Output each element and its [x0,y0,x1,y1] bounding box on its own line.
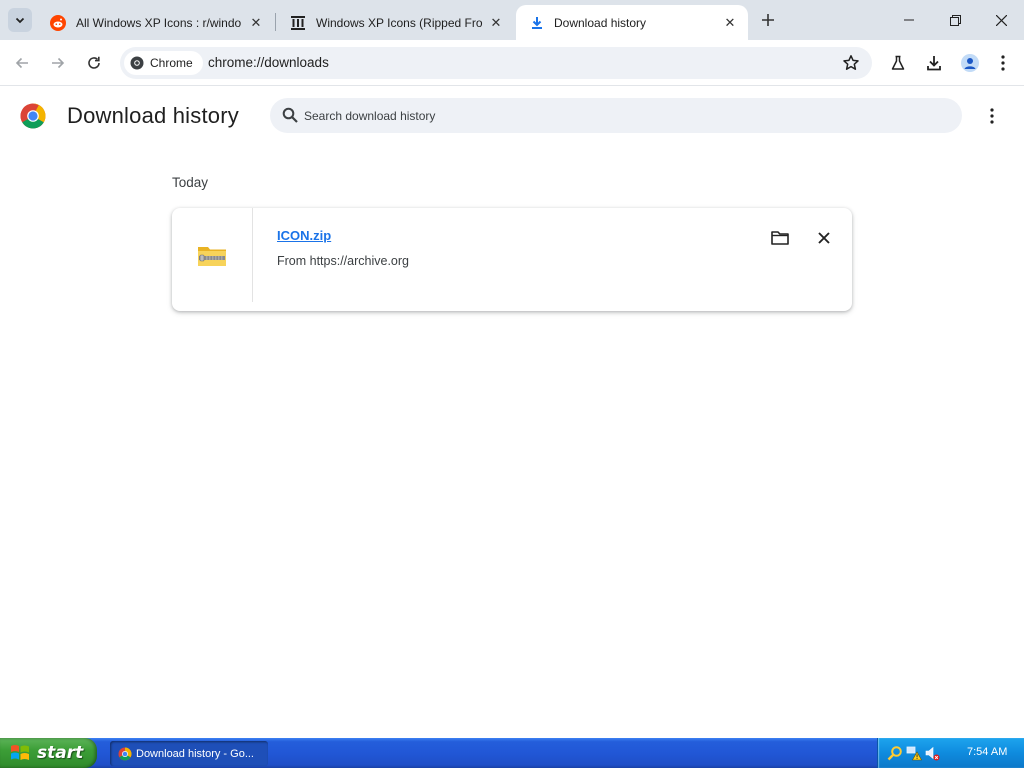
more-vertical-icon [1001,55,1005,71]
windows-flag-icon [11,745,29,760]
system-tray: 7:54 AM [877,738,1024,768]
new-tab-button[interactable] [758,10,778,30]
browser-menu-button[interactable] [989,49,1017,77]
chrome-icon [118,747,132,760]
close-icon [995,14,1007,26]
search-icon [282,107,298,123]
browser-toolbar: Chrome chrome://downloads [0,40,1024,86]
remove-download-button[interactable] [812,226,836,250]
tab-internet-archive[interactable]: Windows XP Icons (Ripped Fro ✕ [276,5,514,40]
zip-folder-icon [198,247,226,266]
file-icon-cell [172,208,253,302]
address-bar[interactable]: Chrome chrome://downloads [120,47,872,79]
avatar-icon [961,54,979,72]
download-icon [532,16,542,29]
search-bar[interactable] [270,98,962,133]
tab-title: Windows XP Icons (Ripped Fro [316,15,483,30]
taskbar: start Download history - Go... 7:54 AM [0,738,1024,768]
volume-muted-icon[interactable] [924,745,940,761]
reload-icon [88,56,100,69]
flask-icon [891,55,905,70]
page-title: Download history [67,103,239,128]
close-tab-icon[interactable]: ✕ [248,15,264,31]
downloads-button[interactable] [920,49,948,77]
labs-button[interactable] [884,49,912,77]
arrow-left-icon [15,57,28,69]
search-input[interactable] [304,98,944,133]
chrome-logo-icon [20,103,46,129]
network-warning-icon[interactable] [906,745,922,761]
close-tab-icon[interactable]: ✕ [722,15,738,31]
restore-button[interactable] [932,0,978,40]
close-window-button[interactable] [978,0,1024,40]
taskbar-item-label: Download history - Go... [136,747,254,760]
tab-title: Download history [554,15,647,30]
arrow-right-icon [52,57,65,69]
start-label: start [37,743,84,763]
restore-icon [949,14,961,26]
bookmark-star-icon[interactable] [842,54,860,72]
show-in-folder-button[interactable] [768,226,792,250]
site-info-chip[interactable]: Chrome [124,51,203,75]
site-chip-label: Chrome [150,56,193,70]
start-button[interactable]: start [0,738,97,768]
reload-button[interactable] [80,49,108,77]
download-icon [927,56,941,71]
internet-archive-icon [291,15,305,30]
back-button[interactable] [8,49,36,77]
tab-search-button[interactable] [8,8,32,32]
taskbar-item-chrome[interactable]: Download history - Go... [110,741,268,766]
minimize-button[interactable] [886,0,932,40]
forward-button[interactable] [44,49,72,77]
more-vertical-icon [990,108,994,124]
url-text[interactable]: chrome://downloads [208,55,329,70]
chevron-down-icon [15,17,25,24]
file-source-text: From https://archive.org [277,254,409,268]
tab-title: All Windows XP Icons : r/windo [76,15,242,30]
search-icon[interactable] [887,745,903,761]
download-item-card: ICON.zip From https://archive.org [172,208,852,311]
close-tab-icon[interactable]: ✕ [488,15,504,31]
tab-download-history[interactable]: Download history ✕ [516,5,748,40]
minimize-icon [904,19,914,21]
tab-reddit[interactable]: All Windows XP Icons : r/windo ✕ [36,5,274,40]
file-name-link[interactable]: ICON.zip [277,228,331,243]
chrome-icon [130,56,144,70]
close-icon [818,232,830,244]
clock[interactable]: 7:54 AM [967,746,1007,758]
plus-icon [762,14,774,26]
tab-strip: All Windows XP Icons : r/windo ✕ Windows… [0,0,1024,40]
folder-icon [771,231,789,245]
reddit-icon [50,14,66,31]
date-section-label: Today [172,175,209,190]
page-more-button[interactable] [982,104,1002,128]
profile-button[interactable] [956,49,984,77]
